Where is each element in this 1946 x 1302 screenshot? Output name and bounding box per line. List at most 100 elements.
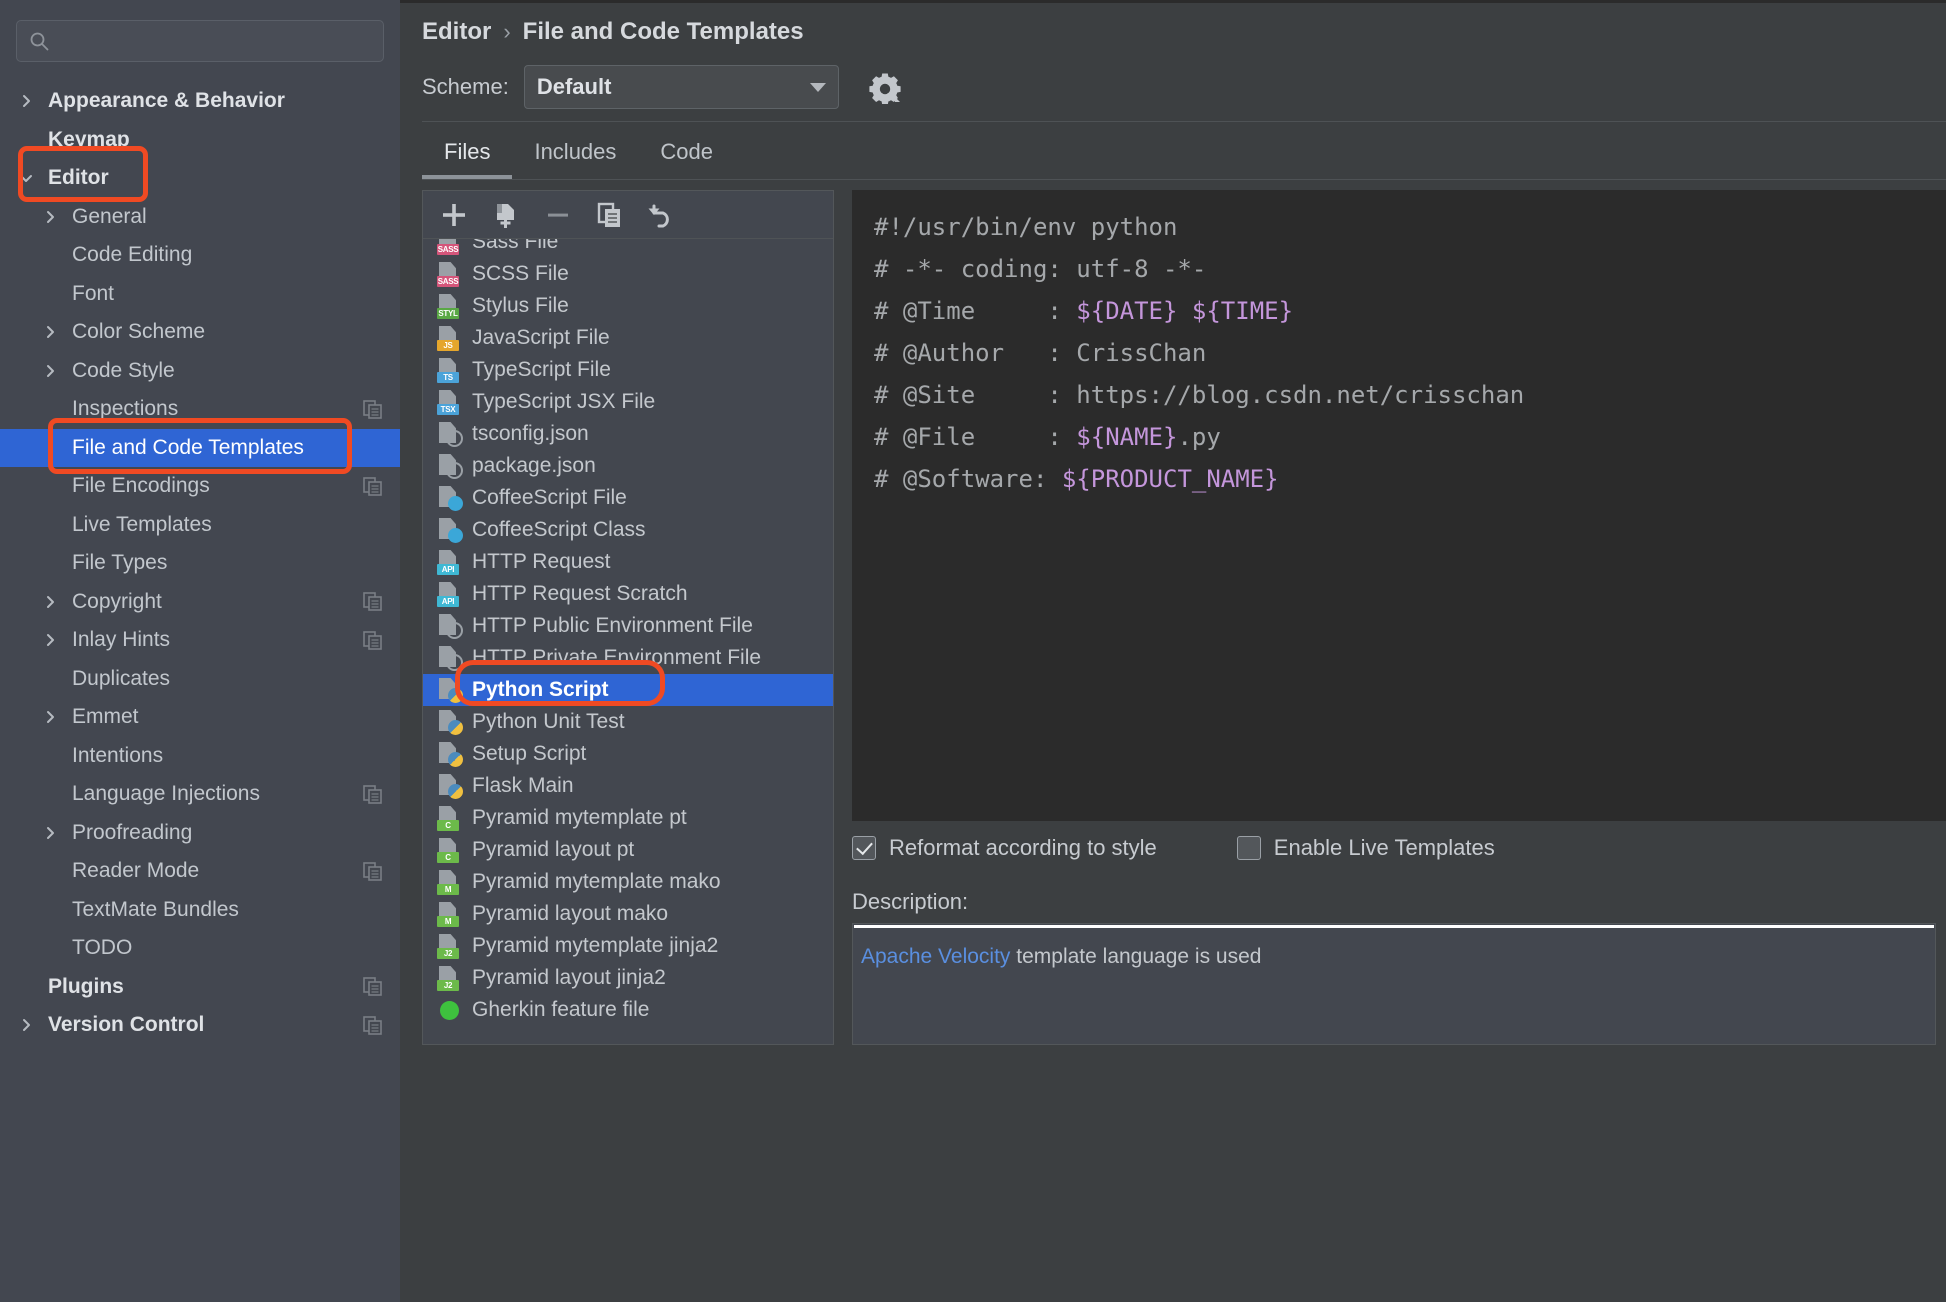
tab-files[interactable]: Files — [422, 131, 513, 179]
template-list-item[interactable]: TSX TypeScript JSX File — [423, 386, 833, 418]
sidebar-item-color-scheme[interactable]: Color Scheme — [0, 313, 400, 352]
template-list-item[interactable]: HTTP Public Environment File — [423, 610, 833, 642]
template-list-item[interactable]: API HTTP Request — [423, 546, 833, 578]
sidebar-item-textmate-bundles[interactable]: TextMate Bundles — [0, 891, 400, 930]
copy-settings-icon[interactable] — [363, 592, 382, 612]
template-list-item[interactable]: C Pyramid layout pt — [423, 834, 833, 866]
template-list-item-label: Gherkin feature file — [472, 998, 650, 1021]
chevron-right-icon[interactable] — [42, 825, 58, 841]
sidebar-item-inlay-hints[interactable]: Inlay Hints — [0, 621, 400, 660]
sidebar-item-intentions[interactable]: Intentions — [0, 737, 400, 776]
sidebar-item-proofreading[interactable]: Proofreading — [0, 814, 400, 853]
chevron-right-icon[interactable] — [42, 324, 58, 340]
copy-settings-icon[interactable] — [363, 1015, 382, 1035]
template-list-item[interactable]: SASS Sass File — [423, 239, 833, 258]
template-list-item[interactable]: CoffeeScript Class — [423, 514, 833, 546]
template-list-item[interactable]: Python Script — [423, 674, 833, 706]
sidebar-item-duplicates[interactable]: Duplicates — [0, 660, 400, 699]
sidebar-item-plugins[interactable]: Plugins — [0, 968, 400, 1007]
chevron-right-icon[interactable] — [18, 93, 34, 109]
chevron-down-icon[interactable] — [18, 170, 34, 186]
template-list-item[interactable]: API HTTP Request Scratch — [423, 578, 833, 610]
scheme-selected-value: Default — [536, 74, 612, 99]
template-list-item[interactable]: STYL Stylus File — [423, 290, 833, 322]
tab-includes[interactable]: Includes — [512, 131, 638, 179]
search-input[interactable] — [57, 29, 371, 53]
template-list-item-label: CoffeeScript Class — [472, 518, 646, 541]
sidebar-item-code-style[interactable]: Code Style — [0, 352, 400, 391]
sidebar-item-font[interactable]: Font — [0, 275, 400, 314]
sidebar-item-version-control[interactable]: Version Control — [0, 1006, 400, 1045]
sidebar-item-general[interactable]: General — [0, 198, 400, 237]
chevron-right-icon[interactable] — [42, 209, 58, 225]
live-templates-checkbox[interactable] — [1236, 836, 1261, 860]
sidebar-item-file-encodings[interactable]: File Encodings — [0, 467, 400, 506]
template-list-item[interactable]: J2 Pyramid layout jinja2 — [423, 962, 833, 994]
sidebar-item-inspections[interactable]: Inspections — [0, 390, 400, 429]
settings-search[interactable] — [16, 20, 384, 62]
sidebar-item-appearance-behavior[interactable]: Appearance & Behavior — [0, 82, 400, 121]
template-list-item[interactable]: package.json — [423, 450, 833, 482]
sidebar-item-live-templates[interactable]: Live Templates — [0, 506, 400, 545]
sidebar-item-label: Language Injections — [72, 782, 260, 806]
template-list-item[interactable]: J2 Pyramid mytemplate jinja2 — [423, 930, 833, 962]
gear-icon[interactable] — [868, 70, 902, 105]
sidebar-item-code-editing[interactable]: Code Editing — [0, 236, 400, 275]
sidebar-item-keymap[interactable]: Keymap — [0, 121, 400, 160]
chevron-right-icon[interactable] — [18, 1017, 34, 1033]
copy-settings-icon[interactable] — [363, 476, 382, 496]
sidebar-item-file-types[interactable]: File Types — [0, 544, 400, 583]
template-list-item[interactable]: Python Unit Test — [423, 706, 833, 738]
json-file-icon — [437, 645, 463, 671]
apache-velocity-link[interactable]: Apache Velocity — [861, 945, 1010, 968]
chevron-right-icon[interactable] — [42, 709, 58, 725]
breadcrumb-parent[interactable]: Editor — [422, 18, 491, 46]
copy-settings-icon[interactable] — [363, 630, 382, 650]
template-list-item[interactable]: Flask Main — [423, 770, 833, 802]
chevron-right-icon[interactable] — [42, 594, 58, 610]
template-list-item[interactable]: M Pyramid mytemplate mako — [423, 866, 833, 898]
chameleon-file-icon: C — [437, 837, 463, 863]
chevron-right-icon[interactable] — [42, 363, 58, 379]
copy-icon[interactable] — [595, 200, 625, 230]
template-variable: ${DATE} ${TIME} — [1076, 297, 1294, 325]
template-list-item[interactable]: TS TypeScript File — [423, 354, 833, 386]
sidebar-item-language-injections[interactable]: Language Injections — [0, 775, 400, 814]
copy-settings-icon[interactable] — [363, 399, 382, 419]
code-text: .py — [1177, 423, 1221, 451]
template-list-item[interactable]: tsconfig.json — [423, 418, 833, 450]
template-list-item[interactable]: CoffeeScript File — [423, 482, 833, 514]
template-list-item-label: Flask Main — [472, 774, 574, 797]
sidebar-item-reader-mode[interactable]: Reader Mode — [0, 852, 400, 891]
sidebar-item-emmet[interactable]: Emmet — [0, 698, 400, 737]
template-editor[interactable]: #!/usr/bin/env python # -*- coding: utf-8… — [852, 190, 1946, 821]
copy-settings-icon[interactable] — [363, 861, 382, 881]
scheme-select[interactable]: Default — [523, 65, 839, 109]
template-list-item[interactable]: M Pyramid layout mako — [423, 898, 833, 930]
chevron-right-icon[interactable] — [42, 632, 58, 648]
copy-settings-icon[interactable] — [363, 977, 382, 997]
template-list-item[interactable]: Gherkin feature file — [423, 994, 833, 1026]
sidebar-item-editor[interactable]: Editor — [0, 159, 400, 198]
template-list[interactable]: SASS Sass File SASS SCSS File STYL Stylus Fil… — [423, 239, 833, 1044]
code-text: # @Site : https://blog.csdn.net/crisscha… — [874, 381, 1525, 409]
sidebar-item-copyright[interactable]: Copyright — [0, 583, 400, 622]
plus-icon[interactable] — [439, 200, 469, 230]
reformat-checkbox[interactable] — [852, 836, 876, 860]
tab-code[interactable]: Code — [638, 131, 735, 179]
template-list-item[interactable]: C Pyramid mytemplate pt — [423, 802, 833, 834]
description-label: Description: — [852, 889, 969, 914]
template-list-item[interactable]: SASS SCSS File — [423, 258, 833, 290]
template-list-item[interactable]: HTTP Private Environment File — [423, 642, 833, 674]
reformat-checkbox-row[interactable]: Reformat according to style — [852, 835, 1157, 861]
copy-settings-icon[interactable] — [363, 784, 382, 804]
live-templates-checkbox-row[interactable]: Enable Live Templates — [1236, 835, 1495, 861]
template-list-item[interactable]: JS JavaScript File — [423, 322, 833, 354]
add-document-icon[interactable] — [491, 200, 521, 230]
sidebar-item-todo[interactable]: TODO — [0, 929, 400, 968]
minus-icon[interactable] — [543, 200, 573, 230]
undo-icon[interactable] — [647, 200, 677, 230]
sidebar-item-label: File Types — [72, 551, 168, 575]
sidebar-item-file-and-code-templates[interactable]: File and Code Templates — [0, 428, 400, 467]
template-list-item[interactable]: Setup Script — [423, 738, 833, 770]
